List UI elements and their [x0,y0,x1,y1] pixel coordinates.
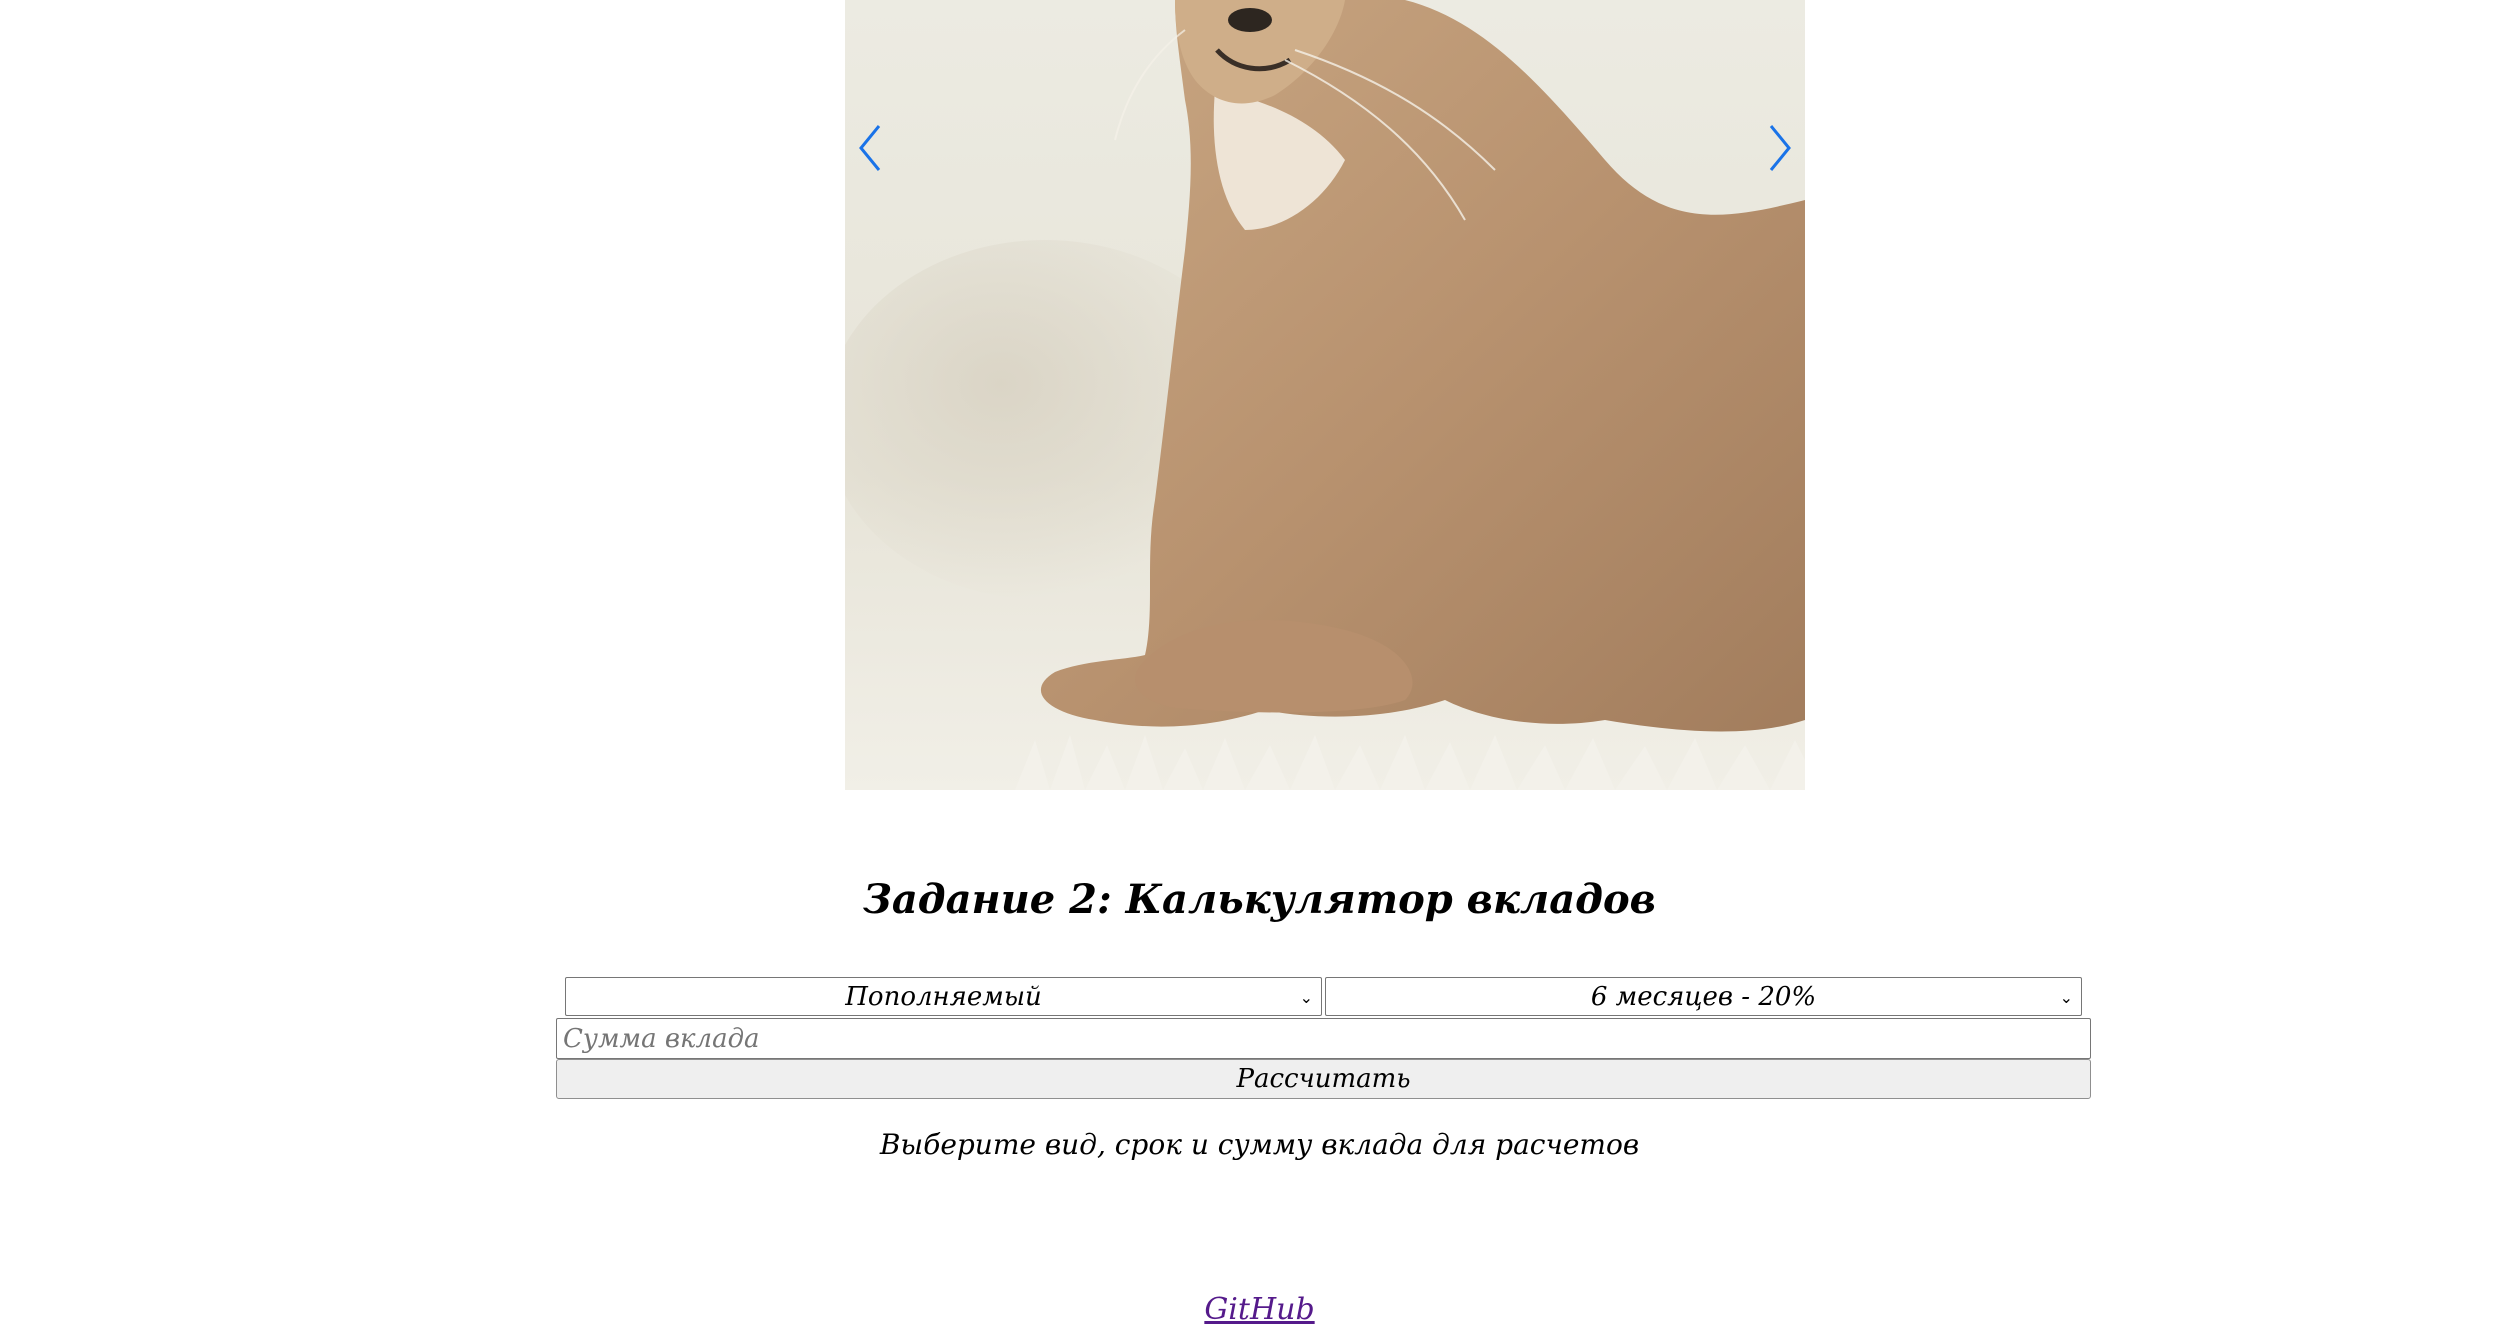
chevron-right-icon [1769,125,1791,171]
slider-next-button[interactable] [1759,118,1799,178]
chevron-down-icon: ⌄ [2059,988,2073,1007]
image-slider [845,0,1805,790]
deposit-calculator-form: Пополняемый ⌄ 6 месяцев - 20% ⌄ Рассчита… [556,977,2091,1099]
github-link[interactable]: GitHub [1204,1292,1314,1327]
chevron-down-icon: ⌄ [1299,988,1313,1007]
chevron-left-icon [859,125,881,171]
footer: GitHub [0,1290,2519,1330]
select-row: Пополняемый ⌄ 6 месяцев - 20% ⌄ [556,977,2091,1018]
deposit-type-select[interactable]: Пополняемый ⌄ [565,977,1322,1016]
deposit-amount-input[interactable] [556,1018,2091,1059]
deposit-type-value: Пополняемый [845,982,1042,1012]
caracal-photo [845,0,1805,790]
calculator-hint: Выберите вид, срок и сумму вклада для ра… [879,1128,1640,1161]
calculate-button[interactable]: Рассчитать [556,1059,2091,1099]
page-title: Задание 2: Калькулятор вкладов [863,876,1656,923]
deposit-term-value: 6 месяцев - 20% [1590,982,1817,1012]
slider-prev-button[interactable] [851,118,891,178]
deposit-term-select[interactable]: 6 месяцев - 20% ⌄ [1325,977,2082,1016]
